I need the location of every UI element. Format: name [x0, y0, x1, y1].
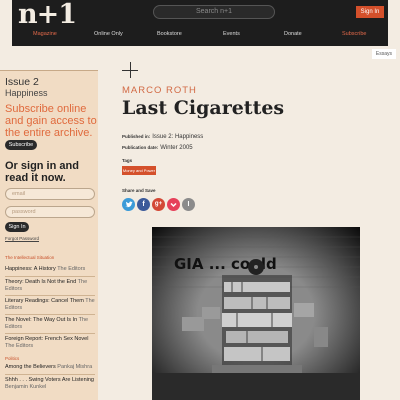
article-author[interactable]: MARCO ROTH	[122, 85, 197, 96]
publication-date: Publication date: Winter 2005	[122, 145, 193, 151]
nav-online-only[interactable]: Online Only	[94, 31, 123, 37]
nav-bookstore[interactable]: Bookstore	[157, 31, 182, 37]
tags-label: Tags	[122, 158, 133, 163]
email-field[interactable]: email	[5, 188, 95, 200]
list-divider	[5, 374, 95, 375]
nav-magazine[interactable]: Magazine	[33, 31, 57, 37]
signin-prompt: Or sign in and read it now.	[5, 160, 79, 184]
forgot-password-link[interactable]: Forgot Password	[5, 236, 39, 241]
header-signin-button[interactable]: Sign In	[356, 6, 384, 18]
sidebar-issue-name: Happiness	[5, 88, 48, 98]
section-tag[interactable]: Essays	[371, 49, 396, 59]
google-plus-icon[interactable]: g+	[152, 198, 165, 211]
section-heading[interactable]: Politics	[5, 356, 19, 361]
published-in-link[interactable]: Issue 2: Happiness	[152, 134, 203, 140]
list-item[interactable]: Theory: Death Is Not the End The Editors	[5, 279, 95, 293]
plus-mark	[130, 62, 131, 78]
pocket-icon[interactable]	[167, 198, 180, 211]
nav-subscribe[interactable]: Subscribe	[342, 31, 366, 37]
signin-button[interactable]: Sign In	[5, 222, 29, 232]
article-title: Last Cigarettes	[122, 97, 285, 119]
subscribe-button[interactable]: Subscribe	[5, 140, 37, 150]
sidebar: Issue 2 Happiness Subscribe online and g…	[0, 70, 98, 400]
list-item[interactable]: Shhh . . . Swing Voters Are Listening Be…	[5, 377, 95, 391]
site-header: n+1 Search n+1 Sign In Magazine Online O…	[12, 0, 388, 46]
instapaper-icon[interactable]: I	[182, 198, 195, 211]
section-heading[interactable]: The Intellectual Situation	[5, 255, 54, 260]
list-divider	[5, 295, 95, 296]
list-item[interactable]: The Novel: The Way Out Is In The Editors	[5, 317, 95, 331]
password-field[interactable]: password	[5, 206, 95, 218]
nav-events[interactable]: Events	[223, 31, 240, 37]
sidebar-divider	[0, 70, 98, 71]
share-label: Share and Save	[122, 188, 156, 193]
nav-donate[interactable]: Donate	[284, 31, 302, 37]
list-item[interactable]: Foreign Report: French Sex Novel The Edi…	[5, 336, 95, 350]
list-divider	[5, 276, 95, 277]
search-input[interactable]: Search n+1	[153, 5, 275, 19]
site-logo[interactable]: n+1	[18, 1, 77, 29]
article-photo: GIA ... could	[152, 227, 360, 400]
list-divider	[5, 314, 95, 315]
list-item[interactable]: Happiness: A History The Editors	[5, 266, 95, 273]
twitter-icon[interactable]	[122, 198, 135, 211]
facebook-icon[interactable]: f	[137, 198, 150, 211]
sidebar-issue: Issue 2	[5, 76, 39, 88]
list-item[interactable]: Among the Believers Pankaj Mishra	[5, 364, 95, 371]
tag-badge[interactable]: Money and Power	[122, 166, 156, 175]
main-nav: Magazine Online Only Bookstore Events Do…	[12, 31, 388, 43]
published-in: Published in: Issue 2: Happiness	[122, 134, 204, 140]
subscribe-text: Subscribe online and gain access to the …	[5, 103, 97, 139]
list-item[interactable]: Literary Readings: Cancel Them The Edito…	[5, 298, 95, 312]
list-divider	[5, 333, 95, 334]
